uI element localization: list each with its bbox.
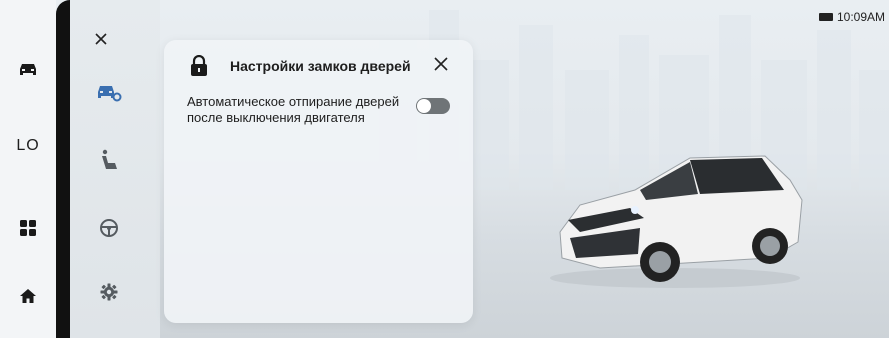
seat-icon	[102, 149, 117, 169]
side-item-general[interactable]	[92, 276, 126, 308]
side-item-car-settings[interactable]	[92, 76, 126, 108]
climate-lo-label: LO	[16, 137, 40, 154]
lock-icon	[191, 55, 207, 76]
system-rail: LO	[0, 0, 56, 338]
gear-icon	[100, 283, 118, 301]
car-icon	[20, 64, 36, 75]
status-bar: 10:09AM	[818, 10, 885, 24]
clock: 10:09AM	[836, 10, 885, 24]
rail-lo-button[interactable]: LO	[0, 126, 56, 166]
auto-unlock-setting-label: Автоматическое отпирание дверей после вы…	[187, 94, 413, 126]
door-lock-settings-dialog: Настройки замков дверей Автоматическое о…	[164, 40, 473, 323]
close-icon	[95, 33, 107, 45]
car-settings-icon	[98, 86, 122, 102]
rail-car-button[interactable]	[0, 50, 56, 90]
home-icon	[20, 289, 36, 303]
toggle-knob	[417, 99, 431, 113]
auto-unlock-toggle[interactable]	[416, 98, 450, 114]
panel-divider	[56, 0, 70, 338]
setting-label-line-2: после выключения двигателя	[187, 110, 365, 125]
rail-home-button[interactable]	[0, 276, 56, 316]
dialog-title: Настройки замков дверей	[230, 58, 411, 74]
close-settings-button[interactable]	[92, 30, 110, 48]
screen: 10:09AM LO Настройки замков дверей Автом…	[0, 0, 889, 338]
setting-label-line-1: Автоматическое отпирание дверей	[187, 94, 400, 109]
rail-apps-button[interactable]	[0, 208, 56, 248]
car-image	[550, 155, 803, 288]
steering-wheel-icon	[100, 219, 118, 237]
close-icon	[434, 57, 448, 71]
apps-grid-icon	[20, 220, 36, 236]
side-item-steering[interactable]	[92, 212, 126, 244]
dialog-close-button[interactable]	[431, 54, 451, 74]
battery-icon	[818, 13, 833, 21]
side-item-seat[interactable]	[92, 144, 126, 176]
